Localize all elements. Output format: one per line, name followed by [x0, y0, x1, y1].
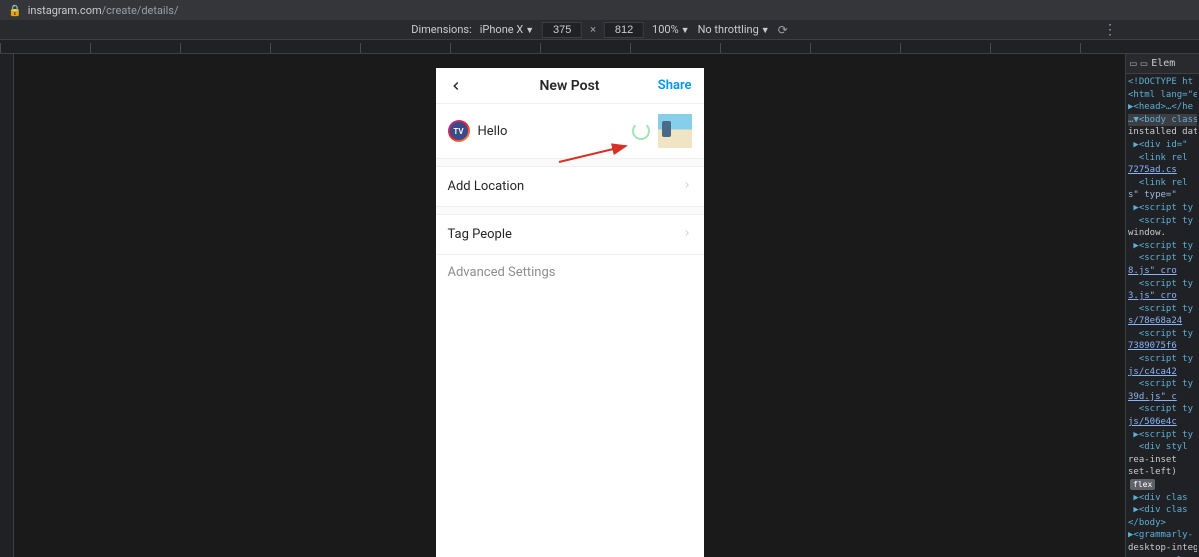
back-button[interactable]	[448, 78, 464, 94]
dom-node[interactable]: </body>	[1128, 517, 1197, 530]
phone-screen: New Post Share TV Hello Add Location Tag…	[436, 68, 704, 557]
dom-node[interactable]: <script ty	[1128, 403, 1197, 416]
url-path: /create/details/	[102, 4, 179, 17]
dom-node[interactable]: 3.js" cro	[1128, 290, 1197, 303]
share-button[interactable]: Share	[658, 78, 692, 93]
avatar-initials: TV	[450, 122, 468, 140]
add-location-row[interactable]: Add Location	[436, 166, 704, 206]
dom-node[interactable]: ▶<script ty	[1128, 429, 1197, 442]
dom-node[interactable]: s" type="	[1128, 189, 1197, 202]
dom-node[interactable]: ▶<div clas	[1128, 492, 1197, 505]
dom-node[interactable]: <script ty	[1128, 278, 1197, 291]
dom-node[interactable]: js/c4ca42	[1128, 366, 1197, 379]
phone-header: New Post Share	[436, 68, 704, 104]
dom-node[interactable]: <link rel	[1128, 152, 1197, 165]
device-selector[interactable]: iPhone X▼	[480, 23, 534, 36]
dom-node[interactable]: window.	[1128, 227, 1197, 240]
dom-node[interactable]: ▶<head>…</he	[1128, 101, 1197, 114]
dom-node[interactable]: 39d.js" c	[1128, 391, 1197, 404]
dom-node[interactable]: js/506e4c	[1128, 416, 1197, 429]
avatar: TV	[448, 120, 470, 142]
dom-node[interactable]: <script ty	[1128, 378, 1197, 391]
width-input[interactable]	[542, 22, 582, 38]
dom-node[interactable]: ▶<script ty	[1128, 240, 1197, 253]
throttling-selector[interactable]: No throttling▼	[698, 23, 770, 36]
dom-node[interactable]: s/78e68a24	[1128, 315, 1197, 328]
dom-node[interactable]: installed dat	[1128, 126, 1197, 139]
chevron-right-icon	[682, 179, 692, 194]
dom-node[interactable]: 8.js" cro	[1128, 265, 1197, 278]
device-mode-icon[interactable]: ▭	[1141, 57, 1148, 70]
dom-node[interactable]: <script ty	[1128, 252, 1197, 265]
elements-tab[interactable]: Elem	[1151, 58, 1175, 69]
dom-node[interactable]: flex	[1128, 479, 1197, 492]
dom-node[interactable]: 7275ad.cs	[1128, 164, 1197, 177]
separator	[436, 158, 704, 166]
dom-node[interactable]: <link rel	[1128, 177, 1197, 190]
ruler	[0, 40, 1199, 54]
dom-node[interactable]: <!DOCTYPE ht	[1128, 76, 1197, 89]
dom-node[interactable]: set-left)	[1128, 466, 1197, 479]
dropdown-arrow-icon: ▼	[525, 26, 534, 36]
dom-node[interactable]: desktop-integ	[1128, 542, 1197, 555]
caption-input[interactable]: Hello	[478, 124, 624, 139]
rotate-icon[interactable]: ⟳	[778, 23, 788, 37]
post-thumbnail[interactable]	[658, 114, 692, 148]
inspect-icon[interactable]: ▭	[1130, 57, 1137, 70]
dom-node[interactable]: ▶<div clas	[1128, 504, 1197, 517]
chevron-left-icon	[449, 79, 463, 93]
dom-node[interactable]: <script ty	[1128, 328, 1197, 341]
vertical-ruler	[0, 54, 14, 557]
device-toolbar: Dimensions: iPhone X▼ × 100%▼ No throttl…	[0, 20, 1199, 40]
tag-people-label: Tag People	[448, 227, 512, 242]
page-title: New Post	[540, 78, 600, 94]
dom-node[interactable]: <html lang="e	[1128, 89, 1197, 102]
separator	[436, 206, 704, 214]
devtools-header: ▭ ▭ Elem	[1126, 54, 1199, 74]
zoom-selector[interactable]: 100%▼	[652, 23, 690, 36]
dom-node[interactable]: <script ty	[1128, 353, 1197, 366]
dom-node[interactable]: 7389075f6	[1128, 340, 1197, 353]
lock-icon: 🔒	[8, 4, 22, 17]
devtools-panel: ▭ ▭ Elem <!DOCTYPE ht<html lang="e▶<head…	[1125, 54, 1199, 557]
dom-node[interactable]: ▶<div id="	[1128, 139, 1197, 152]
device-viewport: New Post Share TV Hello Add Location Tag…	[14, 54, 1125, 557]
dropdown-arrow-icon: ▼	[681, 26, 690, 36]
url-bar: 🔒 instagram.com/create/details/	[0, 0, 1199, 20]
dom-node[interactable]: rea-inset	[1128, 454, 1197, 467]
dom-node[interactable]: <script ty	[1128, 215, 1197, 228]
dimension-separator: ×	[590, 23, 596, 36]
chevron-right-icon	[682, 227, 692, 242]
kebab-menu-icon[interactable]: ⋮	[1103, 22, 1117, 38]
dimensions-label: Dimensions:	[411, 23, 472, 36]
advanced-settings-link[interactable]: Advanced Settings	[436, 254, 704, 290]
add-location-label: Add Location	[448, 179, 525, 194]
tag-people-row[interactable]: Tag People	[436, 214, 704, 254]
dom-node[interactable]: ▶<grammarly-	[1128, 529, 1197, 542]
url-text[interactable]: instagram.com/create/details/	[28, 4, 179, 17]
dom-tree[interactable]: <!DOCTYPE ht<html lang="e▶<head>…</he…▼<…	[1126, 74, 1199, 557]
dom-node[interactable]: <div styl	[1128, 441, 1197, 454]
dom-node[interactable]: …▼<body class	[1128, 114, 1197, 127]
dom-node[interactable]: ▶<script ty	[1128, 202, 1197, 215]
url-host: instagram.com	[28, 4, 102, 17]
caption-row: TV Hello	[436, 104, 704, 158]
height-input[interactable]	[604, 22, 644, 38]
loading-spinner-icon	[632, 122, 650, 140]
dom-node[interactable]: <script ty	[1128, 303, 1197, 316]
dropdown-arrow-icon: ▼	[761, 26, 770, 36]
